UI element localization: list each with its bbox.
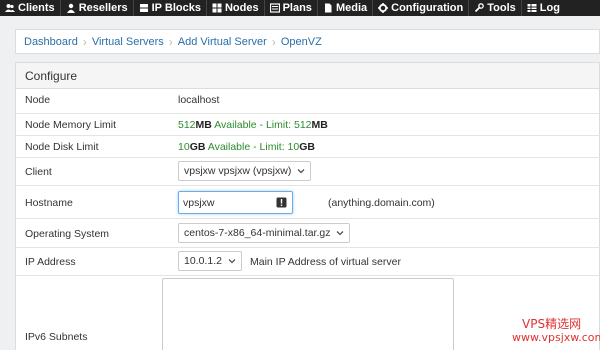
nav-resellers[interactable]: Resellers — [61, 0, 133, 16]
client-label: Client — [25, 166, 52, 178]
disk-limit-text: - Limit: — [250, 141, 288, 153]
wrench-icon — [474, 3, 485, 13]
nav-nodes[interactable]: Nodes — [207, 0, 264, 16]
nav-label: Nodes — [224, 2, 259, 14]
disk-avail-unit: GB — [189, 141, 206, 153]
users-icon — [5, 3, 15, 13]
os-select[interactable]: centos-7-x86_64-minimal.tar.gz — [178, 223, 351, 243]
memory-avail-unit: MB — [195, 119, 212, 131]
nav-clients[interactable]: Clients — [0, 0, 60, 16]
row-ip: IP Address 10.0.1.2 Main IP Address of v… — [16, 247, 600, 275]
watermark-line1: VPS精选网 — [522, 317, 582, 331]
hostname-label: Hostname — [25, 197, 73, 209]
exclamation-icon — [276, 197, 287, 208]
row-client: Client vpsjxw vpsjxw (vpsjxw) — [16, 157, 600, 185]
file-icon — [323, 3, 333, 13]
breadcrumb-add-virtual-server[interactable]: Add Virtual Server — [178, 36, 267, 48]
node-label: Node — [25, 94, 51, 106]
chevron-down-icon — [336, 229, 344, 237]
breadcrumb-openvz[interactable]: OpenVZ — [281, 36, 322, 48]
disk-avail-num: 10 — [178, 141, 190, 153]
row-node: Node localhost — [16, 89, 600, 111]
nav-label: Clients — [18, 2, 55, 14]
hostname-input[interactable]: vpsjxw — [178, 191, 293, 214]
disk-limit-unit: GB — [299, 141, 315, 153]
nav-label: Plans — [282, 2, 312, 14]
nav-plans[interactable]: Plans — [265, 0, 317, 16]
chevron-right-icon: › — [82, 34, 87, 49]
top-nav: Clients Resellers IP Blocks Nodes Plans … — [0, 0, 600, 16]
client-select[interactable]: vpsjxw vpsjxw (vpsjxw) — [178, 161, 312, 181]
memory-avail-text: Available — [211, 119, 257, 131]
watermark-line2: www.vpsjxw.com — [512, 331, 600, 344]
row-disk: Node Disk Limit 10GB Available - Limit: … — [16, 135, 600, 157]
memory-avail-num: 512 — [178, 119, 196, 131]
nav-configuration[interactable]: Configuration — [373, 0, 468, 16]
list-icon — [269, 3, 280, 13]
ipv6-subnets-textarea[interactable] — [162, 278, 454, 350]
chevron-right-icon: › — [168, 34, 173, 49]
user-icon — [66, 3, 76, 13]
row-hostname: Hostname vpsjxw (anything.domain.com) — [16, 185, 600, 218]
disk-avail-text: Available — [205, 141, 251, 153]
row-os: Operating System centos-7-x86_64-minimal… — [16, 218, 600, 247]
nav-label: Media — [335, 2, 368, 14]
nav-label: Log — [539, 2, 560, 14]
nav-label: Configuration — [391, 2, 464, 14]
chevron-down-icon — [297, 167, 305, 175]
ip-select[interactable]: 10.0.1.2 — [178, 251, 242, 271]
nav-tools[interactable]: Tools — [469, 0, 521, 16]
breadcrumb-virtual-servers[interactable]: Virtual Servers — [92, 36, 164, 48]
hostname-value: vpsjxw — [183, 196, 215, 209]
table-icon — [527, 3, 537, 13]
disk-limit-num: 10 — [287, 141, 300, 153]
breadcrumb-dashboard[interactable]: Dashboard — [24, 36, 78, 48]
watermark: VPS精选网 www.vpsjxw.com — [512, 317, 600, 345]
ip-hint: Main IP Address of virtual server — [250, 256, 401, 268]
chevron-down-icon — [228, 257, 236, 265]
breadcrumb: Dashboard › Virtual Servers › Add Virtua… — [15, 29, 600, 54]
hostname-hint: (anything.domain.com) — [328, 197, 435, 209]
server-icon — [139, 3, 149, 13]
disk-value: 10GB Available - Limit: 10GB — [178, 141, 315, 153]
row-memory: Node Memory Limit 512MB Available - Limi… — [16, 113, 600, 135]
os-label: Operating System — [25, 228, 110, 240]
nav-ip-blocks[interactable]: IP Blocks — [134, 0, 206, 16]
gear-icon — [378, 3, 389, 13]
client-selected: vpsjxw vpsjxw (vpsjxw) — [184, 165, 292, 177]
node-value: localhost — [178, 94, 220, 106]
ip-selected: 10.0.1.2 — [184, 255, 222, 267]
disk-label: Node Disk Limit — [25, 141, 99, 153]
panel-title: Configure — [16, 63, 599, 89]
chevron-right-icon: › — [271, 34, 276, 49]
memory-limit-text: - Limit: — [256, 119, 294, 131]
nav-media[interactable]: Media — [318, 0, 372, 16]
ipv6-label: IPv6 Subnets — [25, 331, 88, 343]
ip-label: IP Address — [25, 256, 76, 268]
memory-limit-unit: MB — [311, 119, 328, 131]
nodes-icon — [212, 3, 222, 13]
nav-label: IP Blocks — [151, 2, 201, 14]
memory-label: Node Memory Limit — [25, 119, 117, 131]
nav-label: Resellers — [78, 2, 128, 14]
memory-limit-num: 512 — [293, 119, 312, 131]
nav-label: Tools — [487, 2, 516, 14]
os-selected: centos-7-x86_64-minimal.tar.gz — [184, 227, 331, 239]
nav-log[interactable]: Log — [522, 0, 565, 16]
memory-value: 512MB Available - Limit: 512MB — [178, 119, 328, 131]
